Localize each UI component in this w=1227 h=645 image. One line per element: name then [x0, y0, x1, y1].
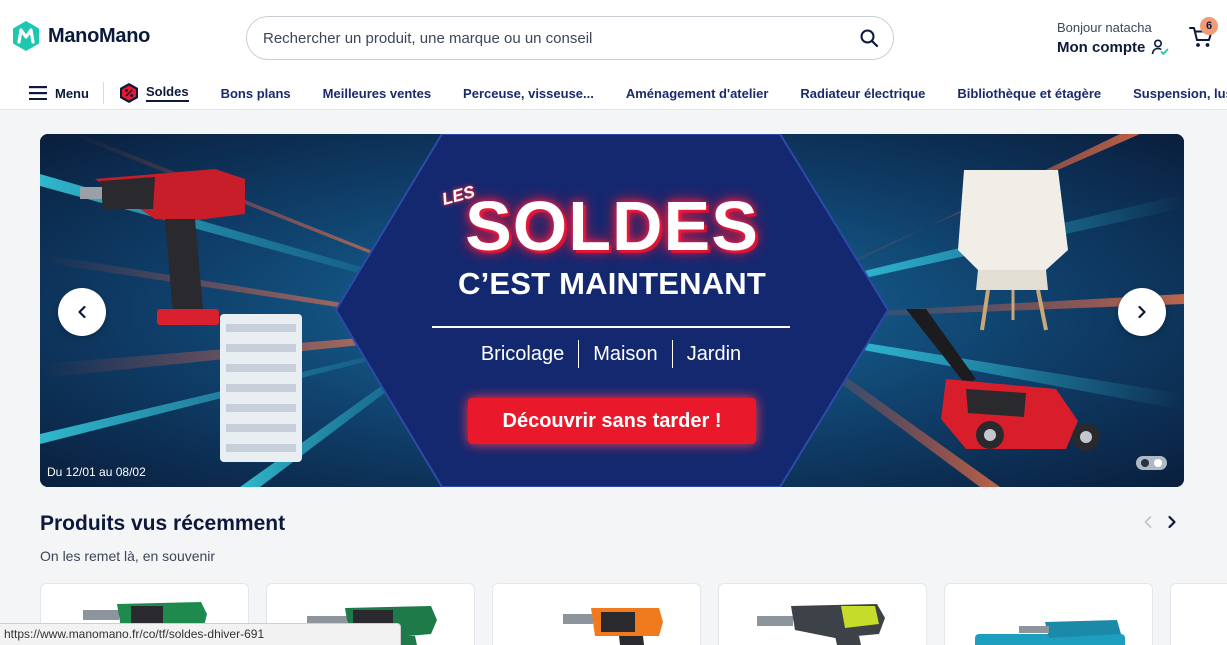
search-icon[interactable]: [859, 28, 879, 48]
product-card[interactable]: [718, 583, 927, 645]
chevron-right-icon: [1138, 305, 1146, 319]
banner-categories: Bricolage Maison Jardin: [432, 340, 790, 368]
cart-count-badge: 6: [1200, 17, 1218, 35]
carousel-dots: [1136, 456, 1167, 470]
user-check-icon: [1152, 39, 1169, 56]
nav-link-bibliotheque[interactable]: Bibliothèque et étagère: [957, 86, 1101, 101]
nav-link-bons-plans[interactable]: Bons plans: [221, 86, 291, 101]
promo-banner[interactable]: LES SOLDES C’EST MAINTENANT Bricolage Ma…: [40, 134, 1184, 487]
category-separator: [671, 340, 673, 368]
carousel-next-button[interactable]: [1118, 288, 1166, 336]
chevron-right-icon[interactable]: [1164, 514, 1180, 530]
search-input[interactable]: [263, 17, 843, 59]
section-title: Produits vus récemment: [40, 512, 286, 535]
search-bar: [246, 16, 894, 60]
product-card[interactable]: [944, 583, 1153, 645]
category-separator: [578, 340, 580, 368]
banner-divider: [432, 326, 790, 328]
product-image-drill: [563, 608, 663, 645]
carousel-prev-button[interactable]: [58, 288, 106, 336]
site-header: ManoMano Bonjour natacha Mon compte 6: [0, 0, 1227, 110]
chevron-left-icon[interactable]: [1140, 514, 1156, 530]
logo[interactable]: ManoMano: [10, 20, 150, 52]
main-nav: Menu Soldes Bons plans Meilleures ventes…: [0, 76, 1227, 110]
section-subtitle: On les remet là, en souvenir: [40, 548, 216, 564]
status-bar-url: https://www.manomano.fr/co/tf/soldes-dhi…: [0, 623, 401, 645]
product-image-drill: [757, 604, 885, 645]
banner-category-maison: Maison: [593, 342, 658, 365]
banner-category-bricolage: Bricolage: [480, 342, 565, 365]
carousel-dot-1[interactable]: [1141, 459, 1150, 467]
nav-item-soldes[interactable]: Soldes: [118, 82, 189, 104]
product-card[interactable]: [1170, 583, 1227, 645]
greeting-text: Bonjour natacha: [1057, 20, 1152, 35]
banner-title: SOLDES: [465, 187, 759, 265]
nav-link-meilleures-ventes[interactable]: Meilleures ventes: [323, 86, 431, 101]
product-image-drill-case: [975, 620, 1125, 645]
banner-cta-button[interactable]: Découvrir sans tarder !: [468, 398, 756, 444]
hamburger-icon: [29, 86, 47, 100]
banner-dates: Du 12/01 au 08/02: [47, 465, 146, 479]
nav-link-suspension[interactable]: Suspension, lustre et acce: [1133, 86, 1227, 101]
nav-link-amenagement-atelier[interactable]: Aménagement d'atelier: [626, 86, 769, 101]
soldes-label: Soldes: [145, 84, 189, 102]
manomano-logo-icon: [13, 21, 39, 51]
menu-button[interactable]: Menu: [29, 82, 104, 104]
nav-link-perceuse[interactable]: Perceuse, visseuse...: [463, 86, 594, 101]
account-menu[interactable]: Bonjour natacha Mon compte: [1057, 20, 1169, 56]
banner-category-jardin: Jardin: [686, 342, 742, 365]
menu-label: Menu: [55, 85, 89, 101]
product-card[interactable]: [492, 583, 701, 645]
nav-link-radiateur[interactable]: Radiateur électrique: [800, 86, 925, 101]
percent-badge-icon: [119, 83, 138, 103]
chevron-left-icon: [78, 305, 86, 319]
account-label[interactable]: Mon compte: [1057, 39, 1145, 56]
carousel-dot-2[interactable]: [1153, 459, 1162, 467]
banner-subtitle: C’EST MAINTENANT: [457, 266, 767, 301]
logo-text: ManoMano: [48, 24, 151, 47]
